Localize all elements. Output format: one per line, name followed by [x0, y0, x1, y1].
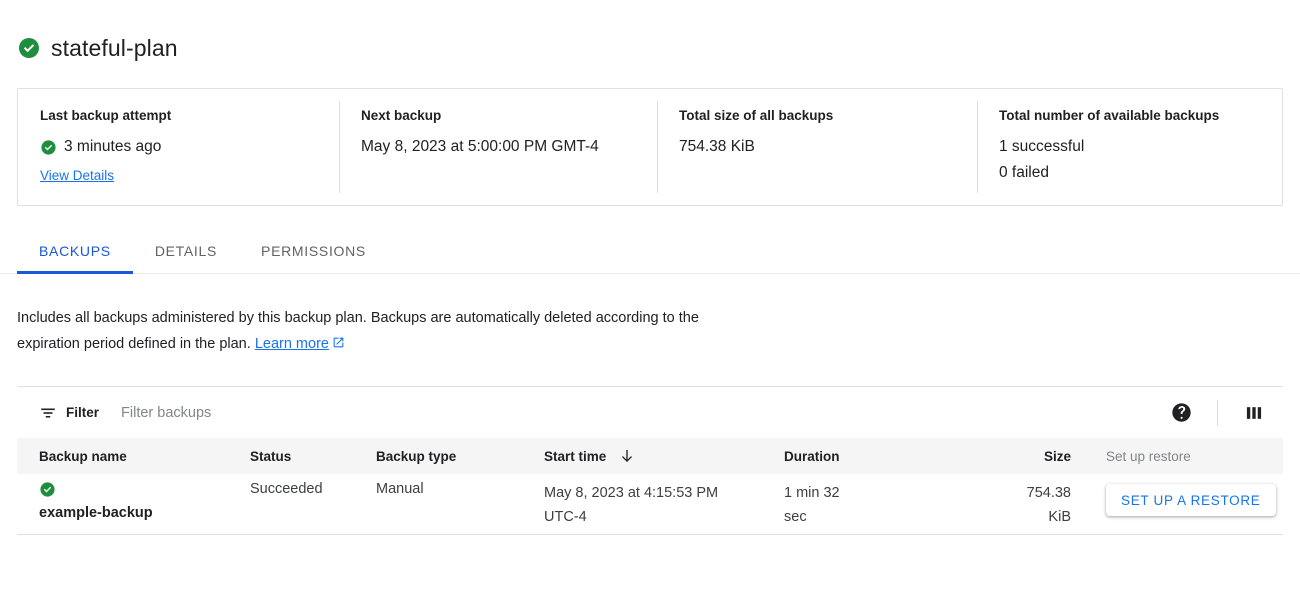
view-details-link[interactable]: View Details — [40, 167, 114, 185]
column-header-duration[interactable]: Duration — [784, 449, 942, 464]
cell-start-time-zone: UTC-4 — [544, 509, 587, 525]
column-header-start-time[interactable]: Start time — [544, 448, 784, 464]
learn-more-link[interactable]: Learn more — [255, 336, 329, 352]
description-text: Includes all backups administered by thi… — [17, 310, 699, 352]
column-header-set-up-restore: Set up restore — [1106, 448, 1191, 464]
column-display-icon[interactable] — [1243, 402, 1265, 424]
column-header-backup-name[interactable]: Backup name — [17, 449, 250, 464]
summary-value: May 8, 2023 at 5:00:00 PM GMT-4 — [361, 138, 599, 155]
cell-backup-name: example-backup — [17, 481, 250, 521]
cell-size-value: 754.38 — [1026, 485, 1071, 501]
cell-duration-main: 1 min 32 — [784, 485, 840, 501]
summary-value-failed: 0 failed — [999, 164, 1049, 181]
help-icon[interactable] — [1170, 402, 1192, 424]
cell-start-time: May 8, 2023 at 4:15:53 PM UTC-4 — [544, 481, 784, 529]
tab-backups[interactable]: BACKUPS — [17, 228, 133, 274]
column-header-status[interactable]: Status — [250, 449, 376, 464]
page-title: stateful-plan — [51, 35, 178, 61]
cell-duration: 1 min 32 sec — [784, 481, 942, 529]
filter-icon[interactable] — [39, 404, 57, 422]
tab-details[interactable]: DETAILS — [133, 228, 239, 273]
page-header: stateful-plan — [0, 0, 1300, 66]
summary-cell-total-number: Total number of available backups 1 succ… — [977, 89, 1282, 205]
help-icon-glyph — [1171, 403, 1191, 422]
cell-size: 754.38 KiB — [942, 481, 1083, 529]
column-header-start-time-label: Start time — [544, 449, 607, 464]
summary-cell-total-size: Total size of all backups 754.38 KiB — [657, 89, 977, 205]
column-display-icon-glyph — [1246, 406, 1262, 419]
summary-label: Next backup — [361, 108, 442, 123]
summary-label: Total size of all backups — [679, 108, 834, 123]
backup-name-link[interactable]: example-backup — [39, 505, 250, 521]
set-up-a-restore-button[interactable]: SET UP A RESTORE — [1106, 484, 1276, 516]
cell-start-time-date: May 8, 2023 at 4:15:53 PM — [544, 485, 719, 501]
check-circle-icon — [40, 482, 55, 497]
summary-cell-last-backup-attempt: Last backup attempt 3 minutes ago View D… — [18, 89, 339, 205]
column-header-backup-type[interactable]: Backup type — [376, 449, 544, 464]
summary-value: 3 minutes ago — [64, 138, 162, 155]
summary-label: Last backup attempt — [40, 108, 172, 123]
tab-bar: BACKUPS DETAILS PERMISSIONS — [0, 228, 1300, 274]
toolbar-divider — [1217, 399, 1218, 426]
external-link-icon[interactable] — [332, 336, 345, 349]
column-header-size[interactable]: Size — [942, 449, 1083, 464]
cell-duration-unit: sec — [784, 509, 807, 525]
summary-cell-next-backup: Next backup May 8, 2023 at 5:00:00 PM GM… — [339, 89, 657, 205]
summary-card: Last backup attempt 3 minutes ago View D… — [17, 88, 1283, 206]
cell-set-up-restore: SET UP A RESTORE — [1083, 481, 1283, 516]
table-row[interactable]: example-backup Succeeded Manual May 8, 2… — [17, 474, 1283, 535]
filter-toolbar: Filter Filter backups — [17, 386, 1283, 438]
cell-size-unit: KiB — [1048, 509, 1071, 525]
cell-status: Succeeded — [250, 481, 323, 497]
summary-label: Total number of available backups — [999, 108, 1220, 123]
summary-value: 754.38 KiB — [679, 138, 755, 155]
filter-input[interactable]: Filter backups — [121, 405, 211, 421]
table-header-row: Backup name Status Backup type Start tim… — [17, 438, 1283, 474]
filter-label[interactable]: Filter — [66, 405, 99, 420]
backups-table: Backup name Status Backup type Start tim… — [17, 438, 1283, 535]
summary-value-successful: 1 successful — [999, 138, 1085, 155]
backups-description: Includes all backups administered by thi… — [17, 305, 717, 357]
cell-backup-type: Manual — [376, 481, 424, 497]
check-circle-icon — [19, 38, 39, 58]
tab-permissions[interactable]: PERMISSIONS — [239, 228, 388, 273]
summary-value-row: 3 minutes ago — [40, 134, 339, 160]
check-circle-icon — [41, 139, 56, 155]
sort-descending-arrow-icon[interactable] — [619, 448, 635, 464]
